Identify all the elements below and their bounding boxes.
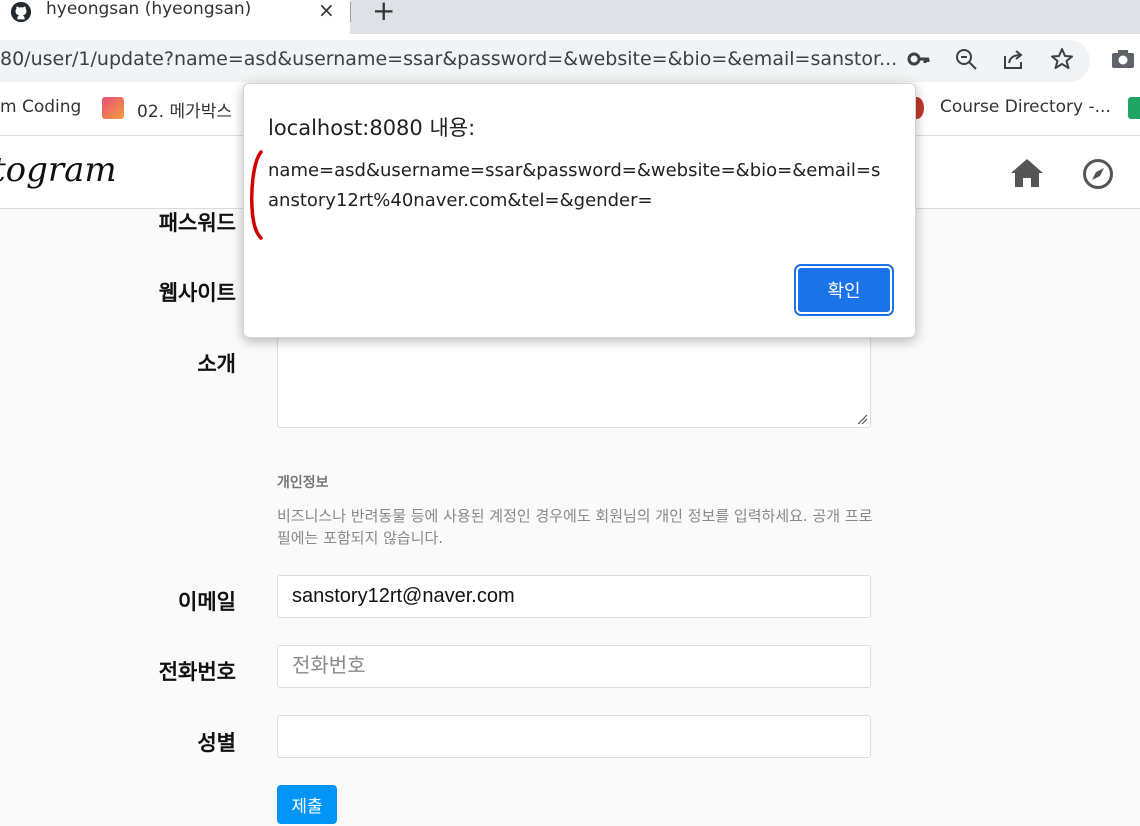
alert-dialog: localhost:8080 내용: name=asd&username=ssa… [243, 83, 916, 338]
red-bracket-annotation [250, 150, 263, 240]
private-info-desc: 비즈니스나 반려동물 등에 사용된 계정인 경우에도 회원님의 개인 정보를 입… [277, 507, 873, 547]
email-field[interactable] [277, 575, 871, 618]
address-url[interactable]: 80/user/1/update?name=asd&username=ssar&… [0, 48, 897, 70]
tab-title: hyeongsan (hyeongsan) [46, 0, 252, 19]
bio-textarea[interactable] [277, 337, 871, 428]
dialog-message: name=asd&username=ssar&password=&website… [268, 160, 881, 211]
compass-icon[interactable] [1082, 158, 1114, 190]
gender-field[interactable] [277, 715, 871, 758]
gender-label: 성별 [197, 731, 236, 755]
website-label: 웹사이트 [158, 281, 236, 305]
submit-button[interactable]: 제출 [277, 785, 337, 824]
camera-icon[interactable] [1110, 46, 1136, 72]
browser-tab-bar: hyeongsan (hyeongsan) × + [0, 0, 1140, 34]
phone-label: 전화번호 [158, 660, 236, 684]
github-icon [10, 1, 32, 23]
sheets-icon [1128, 97, 1140, 119]
new-tab-icon[interactable]: + [372, 0, 395, 27]
bookmark-coding[interactable]: m Coding [0, 97, 81, 117]
share-icon[interactable] [1001, 46, 1027, 72]
bookmark-megabox[interactable]: 02. 메가박스 [137, 97, 232, 122]
bookmark-course-directory[interactable]: Course Directory -... [940, 97, 1111, 117]
zoom-icon[interactable] [953, 46, 979, 72]
tab-divider [350, 2, 351, 22]
dialog-ok-button[interactable]: 확인 [794, 264, 894, 316]
bio-label: 소개 [197, 352, 236, 376]
email-label: 이메일 [178, 590, 236, 614]
resize-handle-icon[interactable] [856, 413, 868, 425]
tab-close-icon[interactable]: × [318, 0, 335, 22]
bookmark-star-icon[interactable] [1049, 46, 1075, 72]
megabox-icon [102, 97, 124, 119]
phone-field[interactable] [277, 645, 871, 688]
dialog-title: localhost:8080 내용: [268, 116, 476, 140]
private-info-title: 개인정보 [277, 475, 329, 491]
password-label: 패스워드 [158, 211, 236, 235]
address-bar-row: 80/user/1/update?name=asd&username=ssar&… [0, 34, 1140, 88]
site-logo[interactable]: togram [0, 150, 117, 190]
key-icon[interactable] [906, 46, 932, 72]
browser-tab[interactable]: hyeongsan (hyeongsan) × [0, 0, 350, 34]
home-icon[interactable] [1008, 154, 1046, 192]
